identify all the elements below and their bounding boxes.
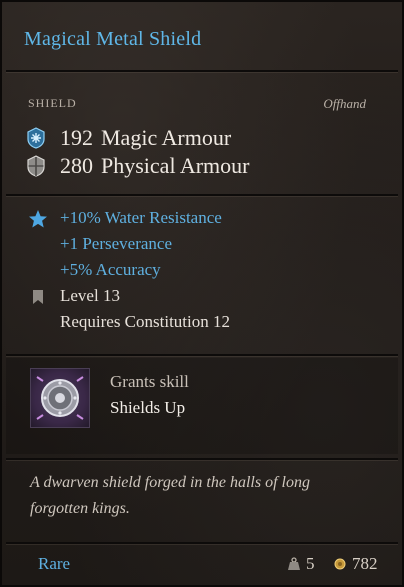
item-requirement: Requires Constitution 12 [60, 312, 230, 331]
shields-up-skill-icon[interactable] [30, 368, 90, 428]
bookmark-icon [32, 289, 44, 309]
magic-armour-icon [26, 127, 46, 149]
gold-coin-icon [334, 558, 346, 570]
physical-armour-row: 280 Physical Armour [26, 152, 250, 180]
item-slot: Offhand [323, 96, 366, 111]
item-value: 782 [334, 554, 378, 574]
magic-armour-value: 192 [60, 125, 93, 150]
weight-value: 5 [306, 554, 315, 573]
magic-armour-label: Magic Armour [101, 125, 232, 150]
item-level: Level 13 [60, 286, 120, 305]
item-tooltip: Magical Metal Shield SHIELD Offhand 192 … [0, 0, 404, 587]
skill-name: Shields Up [110, 398, 186, 417]
gold-value: 782 [352, 554, 378, 573]
item-category: SHIELD [28, 96, 77, 110]
star-icon [28, 209, 48, 233]
weight-icon [288, 557, 300, 571]
bonus-accuracy: +5% Accuracy [60, 260, 161, 279]
divider [6, 354, 398, 356]
divider [6, 70, 398, 72]
item-description: A dwarven shield forged in the halls of … [30, 474, 310, 517]
divider [6, 458, 398, 460]
bonus-perseverance: +1 Perseverance [60, 234, 173, 253]
divider [6, 542, 398, 544]
grants-skill-label: Grants skill [110, 372, 189, 391]
physical-armour-value: 280 [60, 153, 93, 178]
divider [6, 194, 398, 196]
magic-armour-row: 192 Magic Armour [26, 124, 231, 152]
bonus-water-resistance: +10% Water Resistance [60, 208, 222, 227]
item-weight: 5 [288, 554, 315, 574]
item-rarity: Rare [38, 554, 71, 573]
item-name: Magical Metal Shield [24, 28, 202, 50]
physical-armour-icon [26, 155, 46, 177]
physical-armour-label: Physical Armour [101, 153, 250, 178]
